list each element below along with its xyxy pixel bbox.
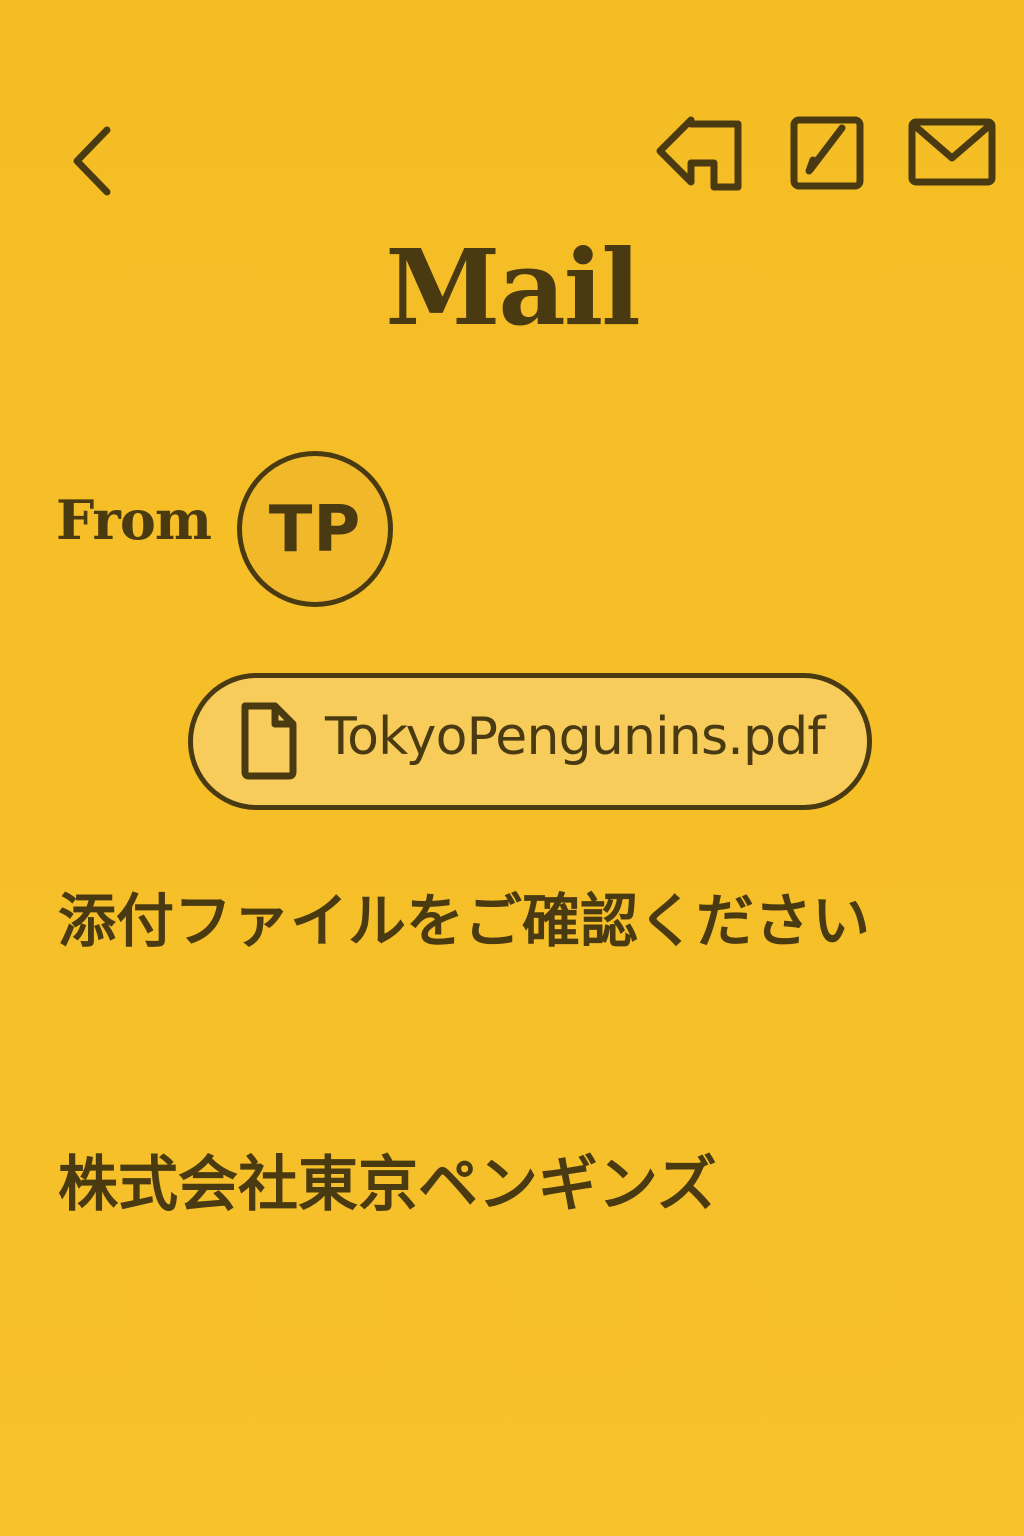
file-icon [241, 702, 297, 780]
message-signature: 株式会社東京ペンギンズ [58, 1150, 717, 1220]
chevron-left-icon [73, 126, 111, 196]
from-label: From [56, 488, 212, 552]
sender-avatar[interactable]: TP [237, 451, 393, 607]
sender-initials: TP [268, 493, 362, 567]
compose-button[interactable] [784, 110, 872, 196]
back-button[interactable] [62, 120, 126, 202]
mail-button[interactable] [904, 112, 1000, 192]
mail-icon [908, 118, 996, 186]
compose-icon [790, 116, 864, 190]
attachment-name: TokyoPengunins.pdf [325, 707, 826, 767]
page-title: Mail [385, 226, 641, 349]
reply-button[interactable] [654, 112, 756, 196]
reply-icon [656, 116, 742, 191]
message-body: 添付ファイルをご確認ください [58, 887, 871, 955]
attachment-chip[interactable]: TokyoPengunins.pdf [188, 673, 872, 810]
mail-screen: Mail From TP TokyoPengunins.pdf 添付ファイルをご… [0, 0, 1024, 1536]
top-bar [0, 0, 1024, 210]
